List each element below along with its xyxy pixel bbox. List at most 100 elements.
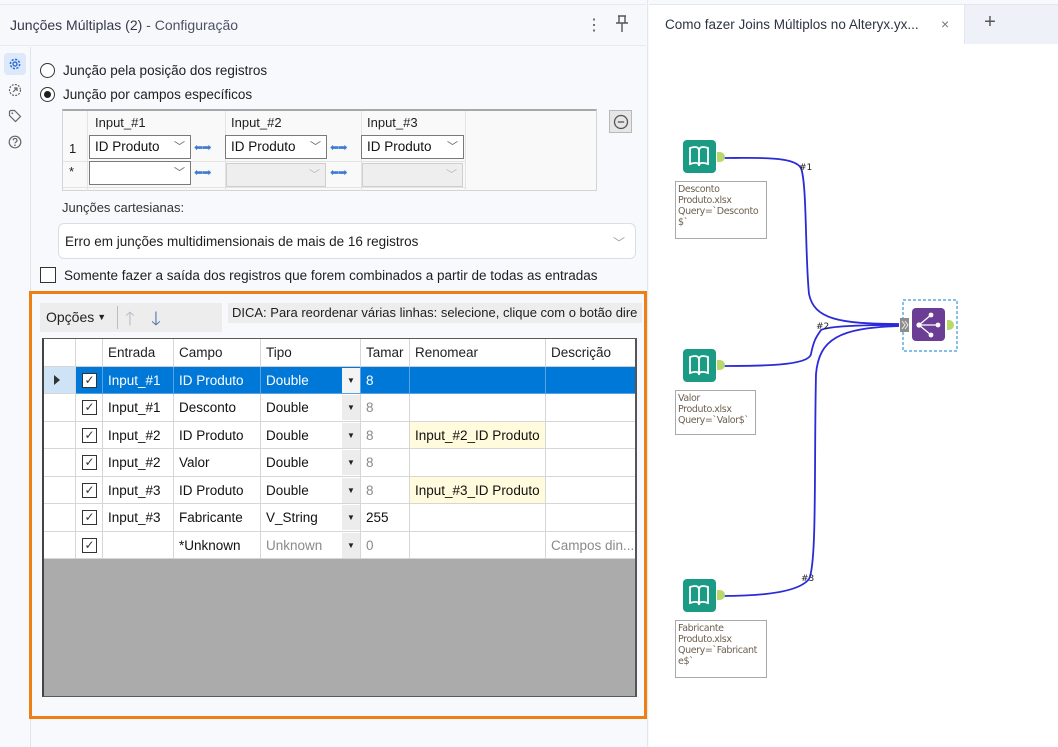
join-field-select-new-input-1[interactable]: ﹀: [89, 161, 191, 185]
tipo-cell[interactable]: Double ▼: [261, 366, 361, 394]
tamanho-cell[interactable]: 8: [361, 421, 410, 449]
descricao-cell[interactable]: [546, 449, 635, 477]
column-header-entrada[interactable]: Entrada: [103, 339, 174, 367]
include-checkbox[interactable]: ✓: [82, 510, 97, 525]
workflow-canvas[interactable]: #1 #2 #3 Desconto Produto.xlsx Query=`De…: [649, 44, 1058, 747]
descricao-cell[interactable]: [546, 476, 635, 504]
rail-annotation[interactable]: [4, 79, 26, 101]
caret-down-icon[interactable]: ▼: [342, 450, 360, 475]
descricao-cell[interactable]: [546, 504, 635, 532]
join-field-select-input-1[interactable]: ID Produto ﹀: [89, 135, 191, 159]
descricao-cell[interactable]: Campos din...: [546, 531, 635, 559]
include-cell[interactable]: ✓: [76, 531, 103, 559]
join-field-select-new-input-2[interactable]: ﹀: [226, 163, 326, 187]
table-row[interactable]: ✓ Input_#2 Valor Double ▼ 8: [44, 449, 635, 477]
radio-join-by-position[interactable]: Junção pela posição dos registros: [40, 61, 267, 79]
renomear-cell[interactable]: Input_#3_ID Produto: [410, 476, 546, 504]
tipo-cell[interactable]: Unknown ▼: [261, 531, 361, 559]
descricao-cell[interactable]: [546, 394, 635, 422]
row-header[interactable]: [44, 366, 76, 394]
remove-row-button[interactable]: [609, 110, 632, 133]
table-row[interactable]: ✓ Input_#3 ID Produto Double ▼ 8 Input_#3_ID P…: [44, 476, 635, 504]
include-cell[interactable]: ✓: [76, 504, 103, 532]
tamanho-cell[interactable]: 8: [361, 476, 410, 504]
caret-down-icon[interactable]: ▼: [342, 367, 360, 393]
tipo-cell[interactable]: V_String ▼: [261, 504, 361, 532]
pin-icon[interactable]: [614, 15, 630, 37]
current-row-arrow-icon: [54, 374, 60, 385]
column-header-select[interactable]: [76, 339, 103, 367]
tamanho-cell[interactable]: 8: [361, 449, 410, 477]
caret-down-icon[interactable]: ▼: [342, 532, 360, 558]
include-cell[interactable]: ✓: [76, 421, 103, 449]
rail-configuration[interactable]: [4, 53, 26, 75]
row-header[interactable]: [44, 476, 76, 504]
table-row[interactable]: ✓ Input_#1 ID Produto Double ▼ 8: [44, 366, 635, 394]
arrow-up-icon[interactable]: 🡑: [125, 305, 135, 337]
caret-down-icon[interactable]: ▼: [342, 395, 360, 420]
column-header-tipo[interactable]: Tipo: [261, 339, 361, 367]
rail-tags[interactable]: [4, 105, 26, 127]
row-header[interactable]: [44, 504, 76, 532]
include-cell[interactable]: ✓: [76, 476, 103, 504]
include-checkbox[interactable]: ✓: [82, 455, 97, 470]
column-header-campo[interactable]: Campo: [174, 339, 261, 367]
node-annotation-1: Desconto Produto.xlsx Query=`Desconto $`: [675, 181, 767, 239]
column-header-tamanho[interactable]: Tamar: [361, 339, 410, 367]
tipo-cell[interactable]: Double ▼: [261, 476, 361, 504]
renomear-cell[interactable]: [410, 449, 546, 477]
tipo-cell[interactable]: Double ▼: [261, 449, 361, 477]
add-tab-button[interactable]: +: [975, 11, 1005, 39]
radio-button-selected[interactable]: [40, 86, 55, 102]
row-header[interactable]: [44, 394, 76, 422]
tamanho-cell[interactable]: 255: [361, 504, 410, 532]
radio-join-by-fields[interactable]: Junção por campos específicos: [40, 85, 252, 103]
rail-help[interactable]: [4, 131, 26, 153]
tamanho-cell[interactable]: 8: [361, 366, 410, 394]
include-checkbox[interactable]: ✓: [82, 372, 97, 388]
include-cell[interactable]: ✓: [76, 366, 103, 394]
join-field-select-new-input-3[interactable]: ﹀: [362, 163, 463, 187]
join-field-select-input-2[interactable]: ID Produto ﹀: [225, 135, 327, 159]
table-row[interactable]: ✓ *Unknown Unknown ▼ 0 Campos din...: [44, 531, 635, 559]
table-row[interactable]: ✓ Input_#1 Desconto Double ▼ 8: [44, 394, 635, 422]
caret-down-icon[interactable]: ▼: [342, 422, 360, 448]
join-field-select-input-3[interactable]: ID Produto ﹀: [361, 135, 464, 159]
include-checkbox[interactable]: ✓: [82, 427, 97, 443]
table-row[interactable]: ✓ Input_#2 ID Produto Double ▼ 8 Input_#2_ID P…: [44, 421, 635, 449]
options-dropdown-button[interactable]: Opções ▼: [46, 309, 106, 325]
tamanho-cell[interactable]: 0: [361, 531, 410, 559]
include-checkbox[interactable]: ✓: [82, 482, 97, 498]
tab-workflow[interactable]: Como fazer Joins Múltiplos no Alteryx.yx…: [649, 5, 965, 46]
select-value: ID Produto: [231, 139, 296, 154]
row-header[interactable]: [44, 421, 76, 449]
tipo-cell[interactable]: Double ▼: [261, 421, 361, 449]
tamanho-cell[interactable]: 8: [361, 394, 410, 422]
more-options-icon[interactable]: ⋮: [586, 15, 602, 37]
column-header-descricao[interactable]: Descrição: [546, 339, 635, 367]
column-header-renomear[interactable]: Renomear: [410, 339, 546, 367]
row-header[interactable]: [44, 449, 76, 477]
only-matched-checkbox-row[interactable]: Somente fazer a saída dos registros que …: [40, 267, 598, 283]
caret-down-icon[interactable]: ▼: [342, 505, 360, 530]
arrow-down-icon[interactable]: 🡓: [151, 305, 161, 337]
table-row[interactable]: ✓ Input_#3 Fabricante V_String ▼ 255: [44, 504, 635, 532]
only-matched-checkbox[interactable]: [40, 267, 56, 283]
include-checkbox[interactable]: ✓: [82, 400, 97, 415]
tipo-cell[interactable]: Double ▼: [261, 394, 361, 422]
descricao-cell[interactable]: [546, 421, 635, 449]
cartesian-select[interactable]: Erro em junções multidimensionais de mai…: [58, 223, 636, 259]
radio-button[interactable]: [40, 62, 55, 78]
renomear-cell[interactable]: [410, 531, 546, 559]
caret-down-icon[interactable]: ▼: [342, 477, 360, 503]
renomear-cell[interactable]: [410, 394, 546, 422]
include-checkbox[interactable]: ✓: [82, 537, 97, 553]
renomear-cell[interactable]: [410, 366, 546, 394]
renomear-cell[interactable]: [410, 504, 546, 532]
descricao-cell[interactable]: [546, 366, 635, 394]
include-cell[interactable]: ✓: [76, 394, 103, 422]
close-icon[interactable]: ×: [941, 16, 949, 32]
include-cell[interactable]: ✓: [76, 449, 103, 477]
renomear-cell[interactable]: Input_#2_ID Produto: [410, 421, 546, 449]
row-header[interactable]: [44, 531, 76, 559]
